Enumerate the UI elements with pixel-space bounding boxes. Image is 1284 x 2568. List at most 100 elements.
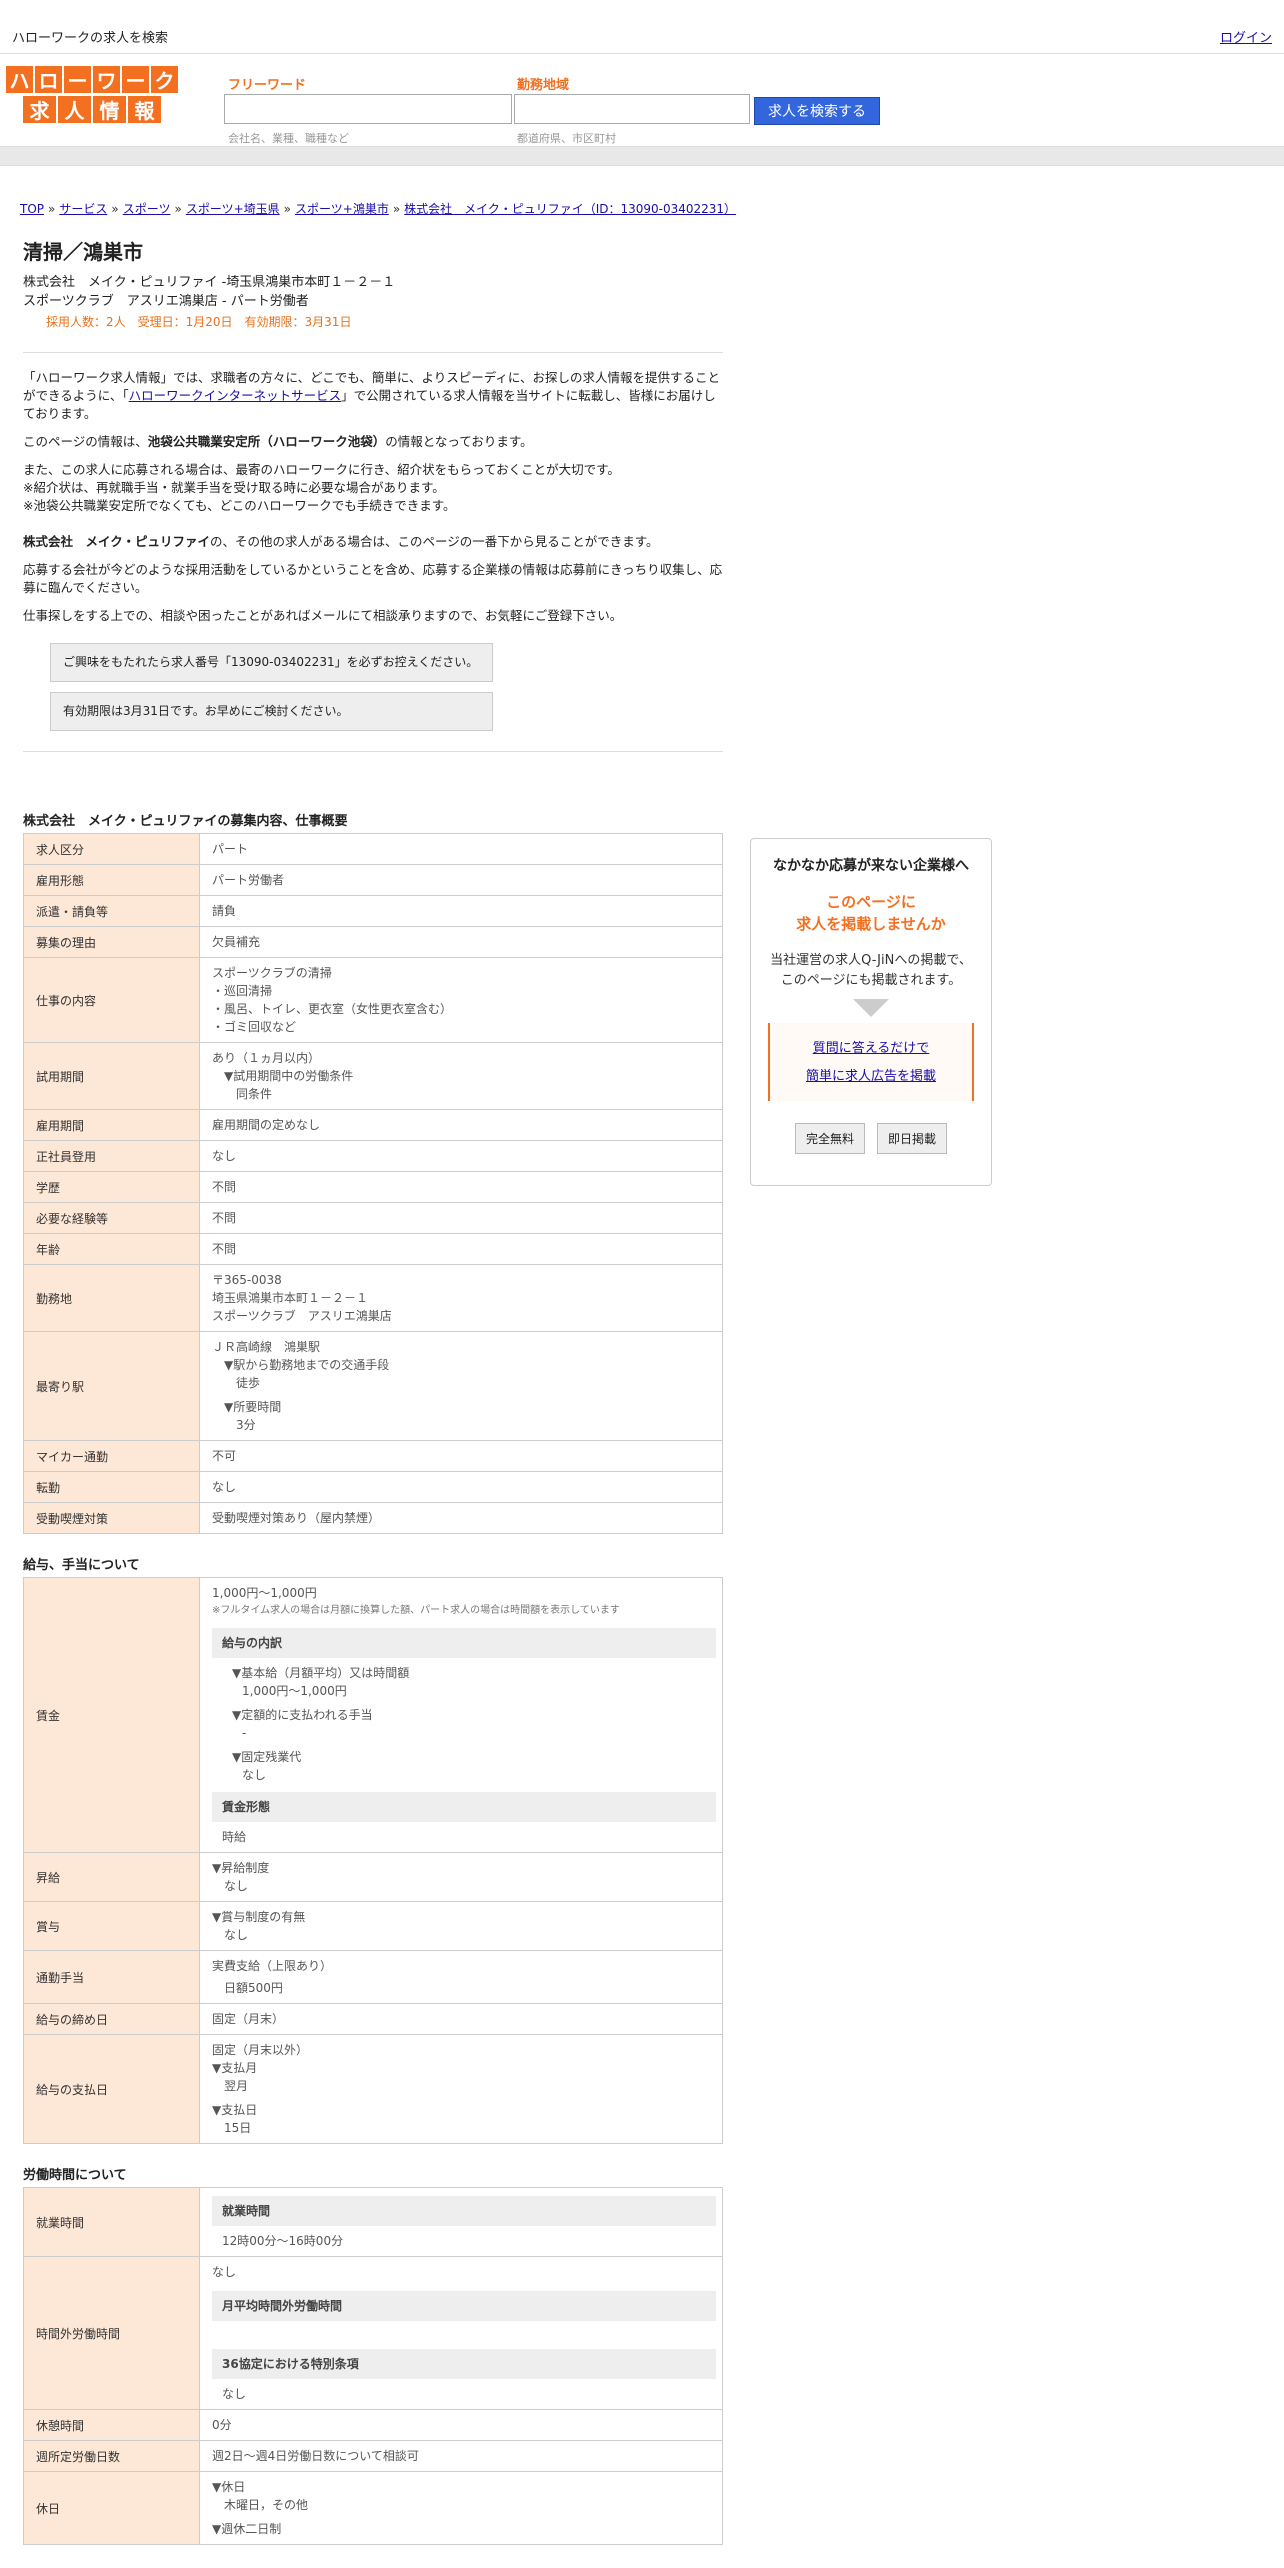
area-input[interactable] [514, 94, 750, 124]
intro-p5: 応募する会社が今どのような採用活動をしているかということを含め、応募する企業様の… [23, 562, 723, 595]
row-value: なし [199, 1471, 723, 1503]
table-row: 正社員登用 なし [23, 1140, 723, 1172]
row-header: 賞与 [23, 1901, 200, 1951]
row-value: あり（１ヵ月以内） ▼試用期間中の労働条件 同条件 [199, 1042, 723, 1110]
hours-table: 就業時間 就業時間 12時00分〜16時00分 時間外労働時間 なし 月平均時間外労働時… [23, 2187, 723, 2545]
row-value: 受動喫煙対策あり（屋内禁煙） [199, 1502, 723, 1534]
table-row: 転勤 なし [23, 1471, 723, 1503]
row-header: 派遣・請負等 [23, 895, 200, 927]
table-row: 賃金 1,000円〜1,000円 ※フルタイム求人の場合は月額に換算した額、パー… [23, 1577, 723, 1853]
free-button[interactable]: 完全無料 [794, 1123, 865, 1154]
row-header: 勤務地 [23, 1264, 200, 1332]
row-value: ＪＲ高崎線 鴻巣駅 ▼駅から勤務地までの交通手段 徒歩 ▼所要時間 3分 [199, 1331, 723, 1441]
row-value: スポーツクラブの清掃 ・巡回清掃 ・風呂、トイレ、更衣室（女性更衣室含む） ・ゴミ回収… [199, 957, 723, 1043]
table-row: 賞与 ▼賞与制度の有無 なし [23, 1901, 723, 1951]
breadcrumb-sports[interactable]: スポーツ [123, 202, 171, 216]
row-value: ▼賞与制度の有無 なし [199, 1901, 723, 1951]
row-value: なし [199, 1140, 723, 1172]
row-header: 求人区分 [23, 833, 200, 865]
row-header: 仕事の内容 [23, 957, 200, 1043]
row-header: 最寄り駅 [23, 1331, 200, 1441]
free-word-input[interactable] [224, 94, 512, 124]
row-value: ▼休日 木曜日，その他 ▼週休二日制 [199, 2471, 723, 2545]
same-day-button[interactable]: 即日掲載 [877, 1123, 948, 1154]
breadcrumb: TOP» サービス» スポーツ» スポーツ+埼玉県» スポーツ+鴻巣市» 株式会社 メイク… [20, 202, 737, 216]
hellowork-logo[interactable]: ハローワーク 求人情報 [4, 66, 180, 126]
row-value: 1,000円〜1,000円 ※フルタイム求人の場合は月額に換算した額、パート求人… [199, 1577, 723, 1853]
table-row: 週所定労働日数 週2日〜週4日労働日数について相談可 [23, 2440, 723, 2472]
ad-link-questions[interactable]: 質問に答えるだけで [813, 1041, 930, 1056]
breadcrumb-saitama[interactable]: スポーツ+埼玉県 [186, 202, 280, 216]
table-row: 最寄り駅 ＪＲ高崎線 鴻巣駅 ▼駅から勤務地までの交通手段 徒歩 ▼所要時間 3分 [23, 1331, 723, 1441]
top-bar: ハローワークの求人を検索 ログイン [0, 0, 1284, 54]
free-word-label: フリーワード [228, 78, 307, 93]
row-header: 雇用期間 [23, 1109, 200, 1141]
row-value: 請負 [199, 895, 723, 927]
ad-text: 当社運営の求人Q-JiNへの掲載で、 このページにも掲載されます。 [770, 953, 972, 988]
table-row: 求人区分 パート [23, 833, 723, 865]
table-row: 必要な経験等 不問 [23, 1202, 723, 1234]
row-value: なし 月平均時間外労働時間 36協定における特別条項 なし [199, 2256, 723, 2410]
row-value: 実費支給（上限あり） 日額500円 [199, 1950, 723, 2004]
row-value: パート労働者 [199, 864, 723, 896]
table-row: 給与の支払日 固定（月末以外） ▼支払月 翌月 ▼支払日 15日 [23, 2034, 723, 2144]
row-value: 不問 [199, 1171, 723, 1203]
company-line: 株式会社 メイク・ピュリファイ -埼玉県鴻巣市本町１－２－１ [23, 275, 396, 290]
row-header: 休日 [23, 2471, 200, 2545]
table-row: 学歴 不問 [23, 1171, 723, 1203]
breadcrumb-service[interactable]: サービス [59, 202, 107, 216]
login-link[interactable]: ログイン [1220, 27, 1272, 46]
table-row: 通勤手当 実費支給（上限あり） 日額500円 [23, 1950, 723, 2004]
table-row: 給与の締め日 固定（月末） [23, 2003, 723, 2035]
ad-heading: なかなか応募が来ない企業様へ [773, 858, 969, 874]
table-row: 試用期間 あり（１ヵ月以内） ▼試用期間中の労働条件 同条件 [23, 1042, 723, 1110]
row-header: 学歴 [23, 1171, 200, 1203]
row-header: 正社員登用 [23, 1140, 200, 1172]
expiry-notice: 有効期限は3月31日です。お早めにご検討ください。 [50, 692, 493, 731]
row-value: 就業時間 12時00分〜16時00分 [199, 2187, 723, 2257]
row-value: 雇用期間の定めなし [199, 1109, 723, 1141]
row-value: 固定（月末以外） ▼支払月 翌月 ▼支払日 15日 [199, 2034, 723, 2144]
row-header: 賃金 [23, 1577, 200, 1853]
breadcrumb-konosu[interactable]: スポーツ+鴻巣市 [295, 202, 389, 216]
breadcrumb-company[interactable]: 株式会社 メイク・ピュリファイ（ID：13090-03402231） [404, 202, 736, 216]
row-header: 昇給 [23, 1852, 200, 1902]
row-value: 固定（月末） [199, 2003, 723, 2035]
table-row: 時間外労働時間 なし 月平均時間外労働時間 36協定における特別条項 なし [23, 2256, 723, 2410]
row-header: マイカー通勤 [23, 1440, 200, 1472]
table-row: 休日 ▼休日 木曜日，その他 ▼週休二日制 [23, 2471, 723, 2545]
row-header: 試用期間 [23, 1042, 200, 1110]
main-content: 清掃／鴻巣市 株式会社 メイク・ピュリファイ -埼玉県鴻巣市本町１－２－１ スポ… [23, 230, 723, 2545]
table-row: 雇用期間 雇用期間の定めなし [23, 1109, 723, 1141]
row-value: 不問 [199, 1202, 723, 1234]
site-title: ハローワークの求人を検索 [12, 31, 169, 46]
row-value: 不可 [199, 1440, 723, 1472]
table-row: 仕事の内容 スポーツクラブの清掃 ・巡回清掃 ・風呂、トイレ、更衣室（女性更衣室含む）… [23, 957, 723, 1043]
intro-p4: 株式会社 メイク・ピュリファイの、その他の求人がある場合は、このページの一番下か… [23, 534, 659, 549]
intro-p1: 「ハローワーク求人情報」では、求職者の方々に、どこでも、簡単に、よりスピーディに… [23, 370, 721, 421]
ad-link-post[interactable]: 簡単に求人広告を掲載 [806, 1069, 936, 1084]
table-row: 勤務地 〒365-0038 埼玉県鴻巣市本町１－２－１ スポーツクラブ アスリエ鴻巣店 [23, 1264, 723, 1332]
place-line: スポーツクラブ アスリエ鴻巣店 - パート労働者 [23, 294, 309, 309]
row-header: 週所定労働日数 [23, 2440, 200, 2472]
overview-title: 株式会社 メイク・ピュリファイの募集内容、仕事概要 [23, 814, 348, 829]
advertisement-box: なかなか応募が来ない企業様へ このページに 求人を掲載しませんか 当社運営の求人Q… [750, 838, 992, 1186]
row-header: 時間外労働時間 [23, 2256, 200, 2410]
row-header: 就業時間 [23, 2187, 200, 2257]
intro-p2: このページの情報は、池袋公共職業安定所（ハローワーク池袋）の情報となっております… [23, 434, 533, 449]
row-header: 必要な経験等 [23, 1202, 200, 1234]
header-divider [0, 146, 1284, 166]
internet-service-link[interactable]: ハローワークインターネットサービス [129, 388, 342, 403]
intro-p3: また、この求人に応募される場合は、最寄のハローワークに行き、紹介状をもらっておく… [23, 462, 620, 513]
row-header: 給与の締め日 [23, 2003, 200, 2035]
row-value: ▼昇給制度 なし [199, 1852, 723, 1902]
row-header: 転勤 [23, 1471, 200, 1503]
row-header: 受動喫煙対策 [23, 1502, 200, 1534]
intro-p6: 仕事探しをする上での、相談や困ったことがあればメールにて相談承りますので、お気軽… [23, 608, 623, 623]
salary-table: 賃金 1,000円〜1,000円 ※フルタイム求人の場合は月額に換算した額、パー… [23, 1577, 723, 2144]
table-row: 派遣・請負等 請負 [23, 895, 723, 927]
search-button[interactable]: 求人を検索する [754, 97, 880, 125]
breadcrumb-top[interactable]: TOP [20, 202, 44, 216]
ad-catchphrase: このページに 求人を掲載しませんか [796, 893, 946, 933]
area-label: 勤務地域 [517, 78, 570, 93]
